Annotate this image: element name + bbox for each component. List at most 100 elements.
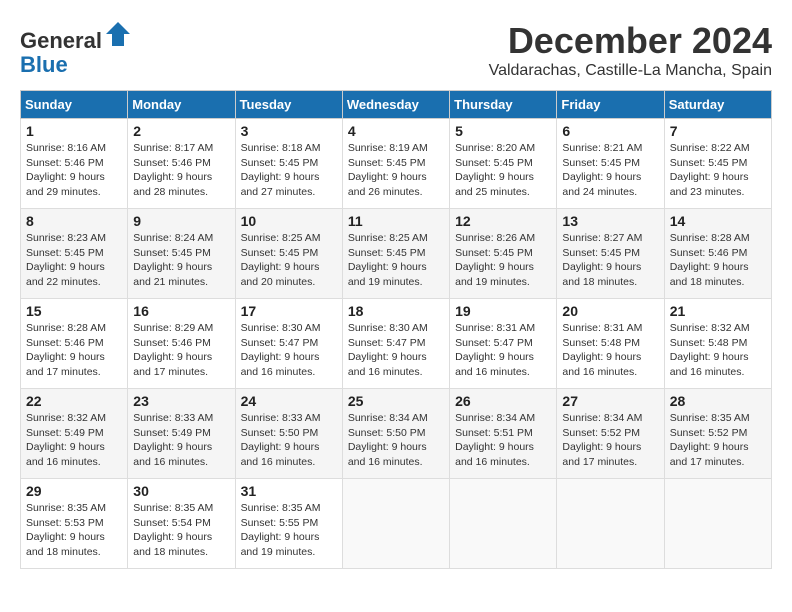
empty-cell xyxy=(450,479,557,569)
calendar-day-cell: 24Sunrise: 8:33 AMSunset: 5:50 PMDayligh… xyxy=(235,389,342,479)
day-number: 16 xyxy=(133,303,229,319)
day-number: 13 xyxy=(562,213,658,229)
calendar-day-cell: 16 Sunrise: 8:29 AMSunset: 5:46 PMDayligh… xyxy=(128,299,235,389)
day-info: Sunrise: 8:30 AMSunset: 5:47 PMDaylight:… xyxy=(348,321,444,380)
calendar-day-cell: 29 Sunrise: 8:35 AMSunset: 5:53 PMDayligh… xyxy=(21,479,128,569)
title-block: December 2024 Valdarachas, Castille-La M… xyxy=(489,20,772,80)
calendar-day-cell: 8 Sunrise: 8:23 AMSunset: 5:45 PMDaylight… xyxy=(21,209,128,299)
empty-cell xyxy=(342,479,449,569)
month-title: December 2024 xyxy=(489,20,772,62)
day-number: 2 xyxy=(133,123,229,139)
calendar-day-cell: 6 Sunrise: 8:21 AMSunset: 5:45 PMDaylight… xyxy=(557,119,664,209)
day-info: Sunrise: 8:19 AMSunset: 5:45 PMDaylight:… xyxy=(348,141,444,200)
day-info: Sunrise: 8:25 AMSunset: 5:45 PMDaylight:… xyxy=(241,231,337,290)
empty-cell xyxy=(557,479,664,569)
calendar-day-cell: 22 Sunrise: 8:32 AMSunset: 5:49 PMDayligh… xyxy=(21,389,128,479)
day-info: Sunrise: 8:28 AMSunset: 5:46 PMDaylight:… xyxy=(670,231,766,290)
calendar-day-cell: 19 Sunrise: 8:31 AMSunset: 5:47 PMDayligh… xyxy=(450,299,557,389)
calendar-week-row: 1Sunrise: 8:16 AMSunset: 5:46 PMDaylight… xyxy=(21,119,772,209)
calendar-day-cell: 31 Sunrise: 8:35 AMSunset: 5:55 PMDayligh… xyxy=(235,479,342,569)
day-number: 9 xyxy=(133,213,229,229)
calendar-week-row: 15 Sunrise: 8:28 AMSunset: 5:46 PMDayligh… xyxy=(21,299,772,389)
day-info: Sunrise: 8:34 AMSunset: 5:52 PMDaylight:… xyxy=(562,411,658,470)
day-info: Sunrise: 8:35 AMSunset: 5:53 PMDaylight:… xyxy=(26,501,122,560)
day-number: 15 xyxy=(26,303,122,319)
day-number: 8 xyxy=(26,213,122,229)
day-number: 1 xyxy=(26,123,122,139)
calendar-day-cell: 12Sunrise: 8:26 AMSunset: 5:45 PMDayligh… xyxy=(450,209,557,299)
day-number: 3 xyxy=(241,123,337,139)
day-info: Sunrise: 8:31 AMSunset: 5:48 PMDaylight:… xyxy=(562,321,658,380)
day-number: 17 xyxy=(241,303,337,319)
day-info: Sunrise: 8:18 AMSunset: 5:45 PMDaylight:… xyxy=(241,141,337,200)
day-number: 28 xyxy=(670,393,766,409)
weekday-header-tuesday: Tuesday xyxy=(235,91,342,119)
calendar-day-cell: 23 Sunrise: 8:33 AMSunset: 5:49 PMDayligh… xyxy=(128,389,235,479)
day-number: 30 xyxy=(133,483,229,499)
day-info: Sunrise: 8:33 AMSunset: 5:49 PMDaylight:… xyxy=(133,411,229,470)
calendar-day-cell: 30 Sunrise: 8:35 AMSunset: 5:54 PMDayligh… xyxy=(128,479,235,569)
day-number: 21 xyxy=(670,303,766,319)
calendar-day-cell: 4 Sunrise: 8:19 AMSunset: 5:45 PMDaylight… xyxy=(342,119,449,209)
calendar-day-cell: 5 Sunrise: 8:20 AMSunset: 5:45 PMDaylight… xyxy=(450,119,557,209)
day-info: Sunrise: 8:31 AMSunset: 5:47 PMDaylight:… xyxy=(455,321,551,380)
calendar-day-cell: 26Sunrise: 8:34 AMSunset: 5:51 PMDayligh… xyxy=(450,389,557,479)
day-number: 7 xyxy=(670,123,766,139)
day-number: 22 xyxy=(26,393,122,409)
page-header: General Blue December 2024 Valdarachas, … xyxy=(20,20,772,80)
day-number: 19 xyxy=(455,303,551,319)
day-info: Sunrise: 8:20 AMSunset: 5:45 PMDaylight:… xyxy=(455,141,551,200)
day-info: Sunrise: 8:35 AMSunset: 5:54 PMDaylight:… xyxy=(133,501,229,560)
weekday-header-saturday: Saturday xyxy=(664,91,771,119)
calendar-day-cell: 1Sunrise: 8:16 AMSunset: 5:46 PMDaylight… xyxy=(21,119,128,209)
day-number: 27 xyxy=(562,393,658,409)
calendar-week-row: 8 Sunrise: 8:23 AMSunset: 5:45 PMDaylight… xyxy=(21,209,772,299)
day-number: 18 xyxy=(348,303,444,319)
day-info: Sunrise: 8:24 AMSunset: 5:45 PMDaylight:… xyxy=(133,231,229,290)
day-info: Sunrise: 8:30 AMSunset: 5:47 PMDaylight:… xyxy=(241,321,337,380)
calendar-week-row: 29 Sunrise: 8:35 AMSunset: 5:53 PMDayligh… xyxy=(21,479,772,569)
day-info: Sunrise: 8:29 AMSunset: 5:46 PMDaylight:… xyxy=(133,321,229,380)
weekday-header-row: SundayMondayTuesdayWednesdayThursdayFrid… xyxy=(21,91,772,119)
calendar-week-row: 22 Sunrise: 8:32 AMSunset: 5:49 PMDayligh… xyxy=(21,389,772,479)
day-number: 20 xyxy=(562,303,658,319)
day-info: Sunrise: 8:33 AMSunset: 5:50 PMDaylight:… xyxy=(241,411,337,470)
logo: General Blue xyxy=(20,20,132,77)
day-number: 29 xyxy=(26,483,122,499)
day-number: 6 xyxy=(562,123,658,139)
calendar-day-cell: 11Sunrise: 8:25 AMSunset: 5:45 PMDayligh… xyxy=(342,209,449,299)
calendar-day-cell: 17 Sunrise: 8:30 AMSunset: 5:47 PMDayligh… xyxy=(235,299,342,389)
weekday-header-thursday: Thursday xyxy=(450,91,557,119)
calendar-day-cell: 7 Sunrise: 8:22 AMSunset: 5:45 PMDaylight… xyxy=(664,119,771,209)
day-info: Sunrise: 8:35 AMSunset: 5:55 PMDaylight:… xyxy=(241,501,337,560)
day-number: 10 xyxy=(241,213,337,229)
day-info: Sunrise: 8:28 AMSunset: 5:46 PMDaylight:… xyxy=(26,321,122,380)
day-info: Sunrise: 8:32 AMSunset: 5:49 PMDaylight:… xyxy=(26,411,122,470)
day-info: Sunrise: 8:34 AMSunset: 5:51 PMDaylight:… xyxy=(455,411,551,470)
day-number: 11 xyxy=(348,213,444,229)
day-info: Sunrise: 8:17 AMSunset: 5:46 PMDaylight:… xyxy=(133,141,229,200)
logo-blue-text: Blue xyxy=(20,52,68,77)
calendar-day-cell: 13Sunrise: 8:27 AMSunset: 5:45 PMDayligh… xyxy=(557,209,664,299)
day-info: Sunrise: 8:22 AMSunset: 5:45 PMDaylight:… xyxy=(670,141,766,200)
calendar-day-cell: 27 Sunrise: 8:34 AMSunset: 5:52 PMDayligh… xyxy=(557,389,664,479)
calendar-day-cell: 25Sunrise: 8:34 AMSunset: 5:50 PMDayligh… xyxy=(342,389,449,479)
day-info: Sunrise: 8:23 AMSunset: 5:45 PMDaylight:… xyxy=(26,231,122,290)
day-info: Sunrise: 8:21 AMSunset: 5:45 PMDaylight:… xyxy=(562,141,658,200)
calendar-day-cell: 15 Sunrise: 8:28 AMSunset: 5:46 PMDayligh… xyxy=(21,299,128,389)
calendar-day-cell: 9 Sunrise: 8:24 AMSunset: 5:45 PMDaylight… xyxy=(128,209,235,299)
day-number: 12 xyxy=(455,213,551,229)
day-number: 5 xyxy=(455,123,551,139)
day-number: 14 xyxy=(670,213,766,229)
day-info: Sunrise: 8:35 AMSunset: 5:52 PMDaylight:… xyxy=(670,411,766,470)
day-number: 23 xyxy=(133,393,229,409)
day-number: 31 xyxy=(241,483,337,499)
weekday-header-friday: Friday xyxy=(557,91,664,119)
day-number: 4 xyxy=(348,123,444,139)
calendar-day-cell: 2 Sunrise: 8:17 AMSunset: 5:46 PMDaylight… xyxy=(128,119,235,209)
calendar-day-cell: 28 Sunrise: 8:35 AMSunset: 5:52 PMDayligh… xyxy=(664,389,771,479)
location-title: Valdarachas, Castille-La Mancha, Spain xyxy=(489,62,772,80)
calendar-day-cell: 14 Sunrise: 8:28 AMSunset: 5:46 PMDayligh… xyxy=(664,209,771,299)
weekday-header-sunday: Sunday xyxy=(21,91,128,119)
logo-general-text: General xyxy=(20,28,102,53)
